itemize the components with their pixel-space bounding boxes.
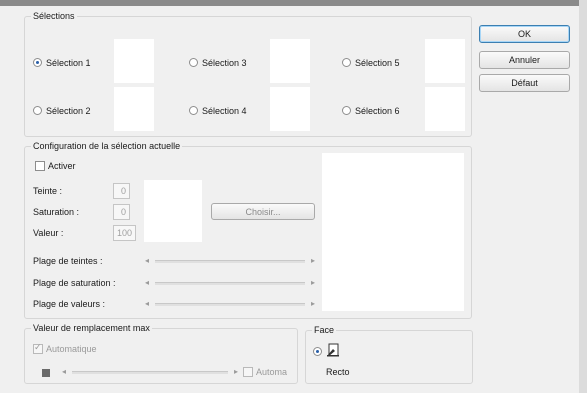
cancel-button[interactable]: Annuler: [479, 51, 570, 69]
hue-label: Teinte :: [33, 186, 63, 196]
scroll-right-icon[interactable]: ▸: [311, 277, 315, 289]
selection-6-swatch[interactable]: [425, 87, 465, 131]
color-preview-large: [322, 153, 464, 311]
replacement-color-swatch: [42, 369, 50, 377]
value-range-slider[interactable]: ◂ ▸: [145, 298, 315, 310]
choose-button[interactable]: Choisir...: [211, 203, 315, 220]
replacement-group: Valeur de remplacement max ✓ Automatique…: [24, 322, 298, 384]
selection-2-swatch[interactable]: [114, 87, 154, 131]
face-group: Face Recto: [305, 324, 473, 384]
saturation-input[interactable]: 0: [113, 204, 130, 220]
selections-group: Sélections Sélection 1 Sélection 3 Sélec…: [24, 10, 472, 137]
window-frame-right: [579, 0, 587, 393]
recto-radio[interactable]: [313, 347, 322, 356]
replacement-slider[interactable]: ◂ ▸: [62, 366, 238, 378]
scroll-right-icon[interactable]: ▸: [311, 298, 315, 310]
hue-range-label: Plage de teintes :: [33, 256, 103, 266]
saturation-label: Saturation :: [33, 207, 80, 217]
automatic-2-label[interactable]: Automa: [256, 366, 287, 378]
face-group-title: Face: [312, 324, 337, 336]
selection-5-swatch[interactable]: [425, 39, 465, 83]
color-selection-dialog: Sélections Sélection 1 Sélection 3 Sélec…: [0, 6, 579, 393]
replacement-group-title: Valeur de remplacement max: [31, 322, 152, 334]
selection-3-radio[interactable]: [189, 58, 198, 67]
saturation-range-label: Plage de saturation :: [33, 278, 116, 288]
selection-1-label[interactable]: Sélection 1: [46, 57, 91, 69]
selection-3-label[interactable]: Sélection 3: [202, 57, 247, 69]
value-range-label: Plage de valeurs :: [33, 299, 106, 309]
selection-4-swatch[interactable]: [270, 87, 310, 131]
automatic-label[interactable]: Automatique: [46, 343, 97, 355]
selection-5-radio[interactable]: [342, 58, 351, 67]
slider-track[interactable]: [155, 303, 305, 306]
selection-3-swatch[interactable]: [270, 39, 310, 83]
scroll-right-icon[interactable]: ▸: [234, 366, 238, 378]
hue-input[interactable]: 0: [113, 183, 130, 199]
page-face-icon: [327, 343, 339, 357]
selection-4-radio[interactable]: [189, 106, 198, 115]
selection-6-label[interactable]: Sélection 6: [355, 105, 400, 117]
config-group: Configuration de la sélection actuelle A…: [24, 140, 472, 319]
activate-label[interactable]: Activer: [48, 160, 76, 172]
saturation-range-slider[interactable]: ◂ ▸: [145, 277, 315, 289]
selection-1-radio[interactable]: [33, 58, 42, 67]
automatic-checkbox[interactable]: ✓: [33, 342, 43, 354]
slider-track[interactable]: [72, 371, 228, 374]
scroll-left-icon[interactable]: ◂: [145, 298, 149, 310]
selection-4-label[interactable]: Sélection 4: [202, 105, 247, 117]
activate-checkbox[interactable]: [35, 161, 45, 171]
scroll-left-icon[interactable]: ◂: [62, 366, 66, 378]
ok-button[interactable]: OK: [479, 25, 570, 43]
current-color-preview: [144, 180, 202, 242]
selection-5-label[interactable]: Sélection 5: [355, 57, 400, 69]
selection-6-radio[interactable]: [342, 106, 351, 115]
scroll-left-icon[interactable]: ◂: [145, 255, 149, 267]
selections-group-title: Sélections: [31, 10, 77, 22]
scroll-left-icon[interactable]: ◂: [145, 277, 149, 289]
automatic-2-checkbox[interactable]: [243, 367, 253, 377]
slider-track[interactable]: [155, 260, 305, 263]
config-group-title: Configuration de la sélection actuelle: [31, 140, 183, 152]
value-input[interactable]: 100: [113, 225, 136, 241]
scroll-right-icon[interactable]: ▸: [311, 255, 315, 267]
selection-2-label[interactable]: Sélection 2: [46, 105, 91, 117]
default-button[interactable]: Défaut: [479, 74, 570, 92]
selection-2-radio[interactable]: [33, 106, 42, 115]
checkmark-icon: ✓: [34, 342, 42, 352]
slider-track[interactable]: [155, 282, 305, 285]
selection-1-swatch[interactable]: [114, 39, 154, 83]
value-label: Valeur :: [33, 228, 64, 238]
hue-range-slider[interactable]: ◂ ▸: [145, 255, 315, 267]
recto-label[interactable]: Recto: [326, 366, 350, 378]
